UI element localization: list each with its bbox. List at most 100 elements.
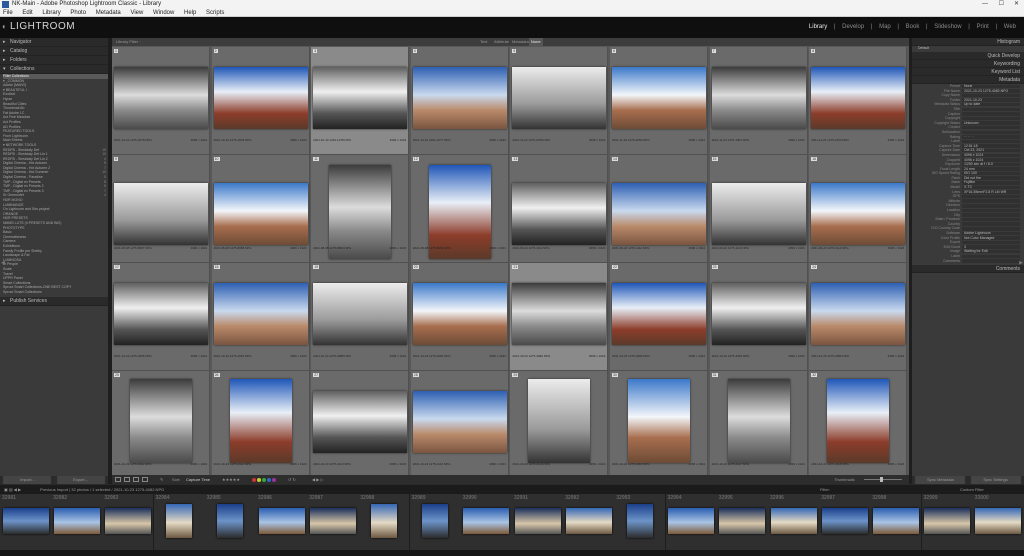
filmstrip-cell[interactable]: 32981 [0, 494, 52, 550]
filmstrip-thumbnail[interactable] [258, 508, 305, 534]
filmstrip-cell[interactable]: 32993 [614, 494, 667, 550]
metadata-field[interactable] [962, 213, 1020, 217]
color-labels[interactable] [252, 475, 277, 484]
filmstrip-thumbnail[interactable] [821, 508, 868, 534]
photo-thumbnail[interactable] [512, 183, 607, 245]
photo-thumbnail[interactable] [130, 379, 192, 463]
grid-cell[interactable]: 18 2021-10-23 1275-4064.NPG 4096 x 1024 [211, 263, 310, 371]
filmstrip-thumbnail[interactable] [668, 508, 715, 534]
metadata-field[interactable] [962, 227, 1020, 231]
filmstrip-thumbnail[interactable] [370, 504, 397, 538]
grid-cell[interactable]: 9 2021-08-08 1275-8987.NPG 4096 x 1024 [112, 155, 210, 263]
grid-cell[interactable]: 14 2021-09-24 1276-1112.NPG 4096 x 1024 [610, 155, 708, 263]
filmstrip-cell[interactable]: 32995 [716, 494, 769, 550]
photo-thumbnail[interactable] [313, 391, 408, 453]
metadata-field[interactable] [962, 130, 1020, 135]
photo-thumbnail[interactable] [313, 283, 408, 345]
grid-cell[interactable]: 1 2021-10-10 1275-2078.NPG 4096 x 1024 [112, 47, 210, 155]
metadata-field[interactable] [962, 112, 1020, 116]
filter-none[interactable]: None [529, 38, 543, 46]
filter-attribute[interactable]: Attribute [494, 38, 509, 46]
grid-cell[interactable]: 7 2021-11-23 1276-1002.NPG 4096 x 1024 [709, 47, 808, 155]
module-develop[interactable]: Develop [842, 24, 864, 30]
collections-header[interactable]: Collections [0, 65, 108, 74]
filmstrip-cell[interactable]: 32987 [307, 494, 360, 550]
grid-cell[interactable]: 3 2021-10-10 1291-1278.NPG 4096 x 1024 [311, 47, 410, 155]
grid-cell[interactable]: 17 2021-10-23 1275-4066.NPG 4096 x 1024 [112, 263, 210, 371]
grid-cell[interactable]: 23 2021-10-23 1275-4094.NPG 4096 x 1024 [709, 263, 808, 371]
grid-cell[interactable]: 5 2021-11-22 1275-2158.NPG 4096 x 1024 [510, 47, 609, 155]
menu-library[interactable]: Library [42, 10, 60, 16]
photo-thumbnail[interactable] [612, 67, 706, 129]
grid-cell[interactable]: 22 2021-10-23 1275-4083.NPG 4096 x 1024 [610, 263, 708, 371]
filmstrip-thumbnail[interactable] [309, 508, 356, 534]
filmstrip-cell[interactable]: 32990 [460, 494, 513, 550]
grid-cell[interactable]: 27 2021-10-23 1275-4113.NPG 4096 x 1024 [311, 371, 410, 479]
module-print[interactable]: Print [977, 24, 989, 30]
photo-thumbnail[interactable] [512, 67, 607, 129]
rating-stars[interactable]: ★★★★★ [222, 475, 240, 484]
rotate-icons[interactable]: ↺ ↻ [288, 475, 296, 484]
menu-help[interactable]: Help [184, 10, 196, 16]
grid-cell[interactable]: 32 2021-10-23 1275-4118.NPG 4096 x 1024 [809, 371, 908, 479]
photo-thumbnail[interactable] [213, 67, 308, 129]
menu-window[interactable]: Window [153, 10, 174, 16]
filmstrip-cell[interactable]: 32988 [358, 494, 411, 550]
photo-thumbnail[interactable] [811, 283, 906, 345]
filmstrip-cell[interactable]: 33000 [972, 494, 1024, 550]
photo-thumbnail[interactable] [811, 183, 906, 245]
close-button[interactable]: ✕ [1014, 0, 1019, 9]
metadata-field[interactable] [962, 245, 1020, 249]
grid-cell[interactable]: 25 2021-10-23 1275-4111.NPG 4096 x 1024 [112, 371, 210, 479]
photo-thumbnail[interactable] [628, 379, 690, 463]
filmstrip-thumbnail[interactable] [975, 508, 1022, 534]
filmstrip-cell[interactable]: 32986 [256, 494, 308, 550]
filmstrip-cell[interactable]: 32996 [768, 494, 820, 550]
saved-preset-value[interactable]: Default [918, 46, 929, 51]
sync-settings-button[interactable]: Sync Settings [970, 476, 1021, 484]
filmstrip-cell[interactable]: 32982 [51, 494, 104, 550]
photo-thumbnail[interactable] [528, 379, 591, 463]
minimize-button[interactable]: — [982, 0, 988, 9]
filmstrip-thumbnail[interactable] [514, 508, 561, 534]
metadata-field[interactable] [962, 259, 1020, 263]
grid-cell[interactable]: 8 2021-11-22 1275-2153.NPG 4096 x 1024 [809, 47, 908, 155]
photo-thumbnail[interactable] [827, 379, 890, 463]
metadata-field[interactable] [962, 93, 1020, 98]
grid-cell[interactable]: 4 2021-10-10 1291-1277.NPG 4096 x 1024 [410, 47, 509, 155]
maximize-button[interactable]: ☐ [999, 0, 1004, 9]
grid-cell[interactable]: 24 2021-10-23 1275-4095.NPG 4096 x 1024 [809, 263, 908, 371]
grid-cell[interactable]: 26 2021-10-23 1275-4112.NPG 4096 x 1024 [211, 371, 310, 479]
photo-thumbnail[interactable] [114, 283, 208, 345]
menu-view[interactable]: View [130, 10, 143, 16]
histogram-header[interactable]: Histogram [912, 38, 1024, 46]
grid-cell[interactable]: 29 2021-10-23 1275-4115.NPG 4096 x 1024 [510, 371, 609, 479]
filmstrip-cell[interactable]: 32983 [102, 494, 155, 550]
metadata-field[interactable] [962, 116, 1020, 121]
metadata-field[interactable] [962, 125, 1020, 130]
grid-cell[interactable]: 31 2021-10-23 1275-4117.NPG 4096 x 1024 [709, 371, 808, 479]
metadata-field[interactable] [962, 254, 1020, 259]
photo-thumbnail[interactable] [114, 183, 208, 245]
photo-thumbnail[interactable] [114, 67, 208, 129]
filmstrip-cell[interactable]: 32998 [870, 494, 923, 550]
painter-icon[interactable]: ✎ [160, 475, 163, 484]
metadata-header[interactable]: Metadata [912, 76, 1024, 84]
grid-cell[interactable]: 20 2021-10-23 1275-4081.NPG 4096 x 1024 [410, 263, 509, 371]
photo-thumbnail[interactable] [412, 283, 507, 345]
left-panel-toggle-icon[interactable]: ◀ [1, 260, 5, 266]
thumbnail-size-slider[interactable] [864, 479, 902, 480]
menu-scripts[interactable]: Scripts [206, 10, 224, 16]
quick-develop-header[interactable]: Quick Develop [912, 52, 1024, 60]
publish-services-header[interactable]: Publish Services [0, 296, 108, 306]
menu-metadata[interactable]: Metadata [96, 10, 121, 16]
filmstrip-thumbnail[interactable] [166, 504, 193, 538]
metadata-field[interactable] [962, 194, 1020, 199]
grid-view-icon[interactable] [115, 477, 121, 482]
filmstrip-thumbnail[interactable] [770, 508, 817, 534]
filmstrip-cell[interactable]: 32992 [563, 494, 616, 550]
filmstrip-cell[interactable]: 32984 [153, 494, 206, 550]
filmstrip-thumbnail[interactable] [104, 508, 151, 534]
comments-header[interactable]: Comments [912, 265, 1024, 274]
catalog-header[interactable]: Catalog [0, 47, 108, 56]
